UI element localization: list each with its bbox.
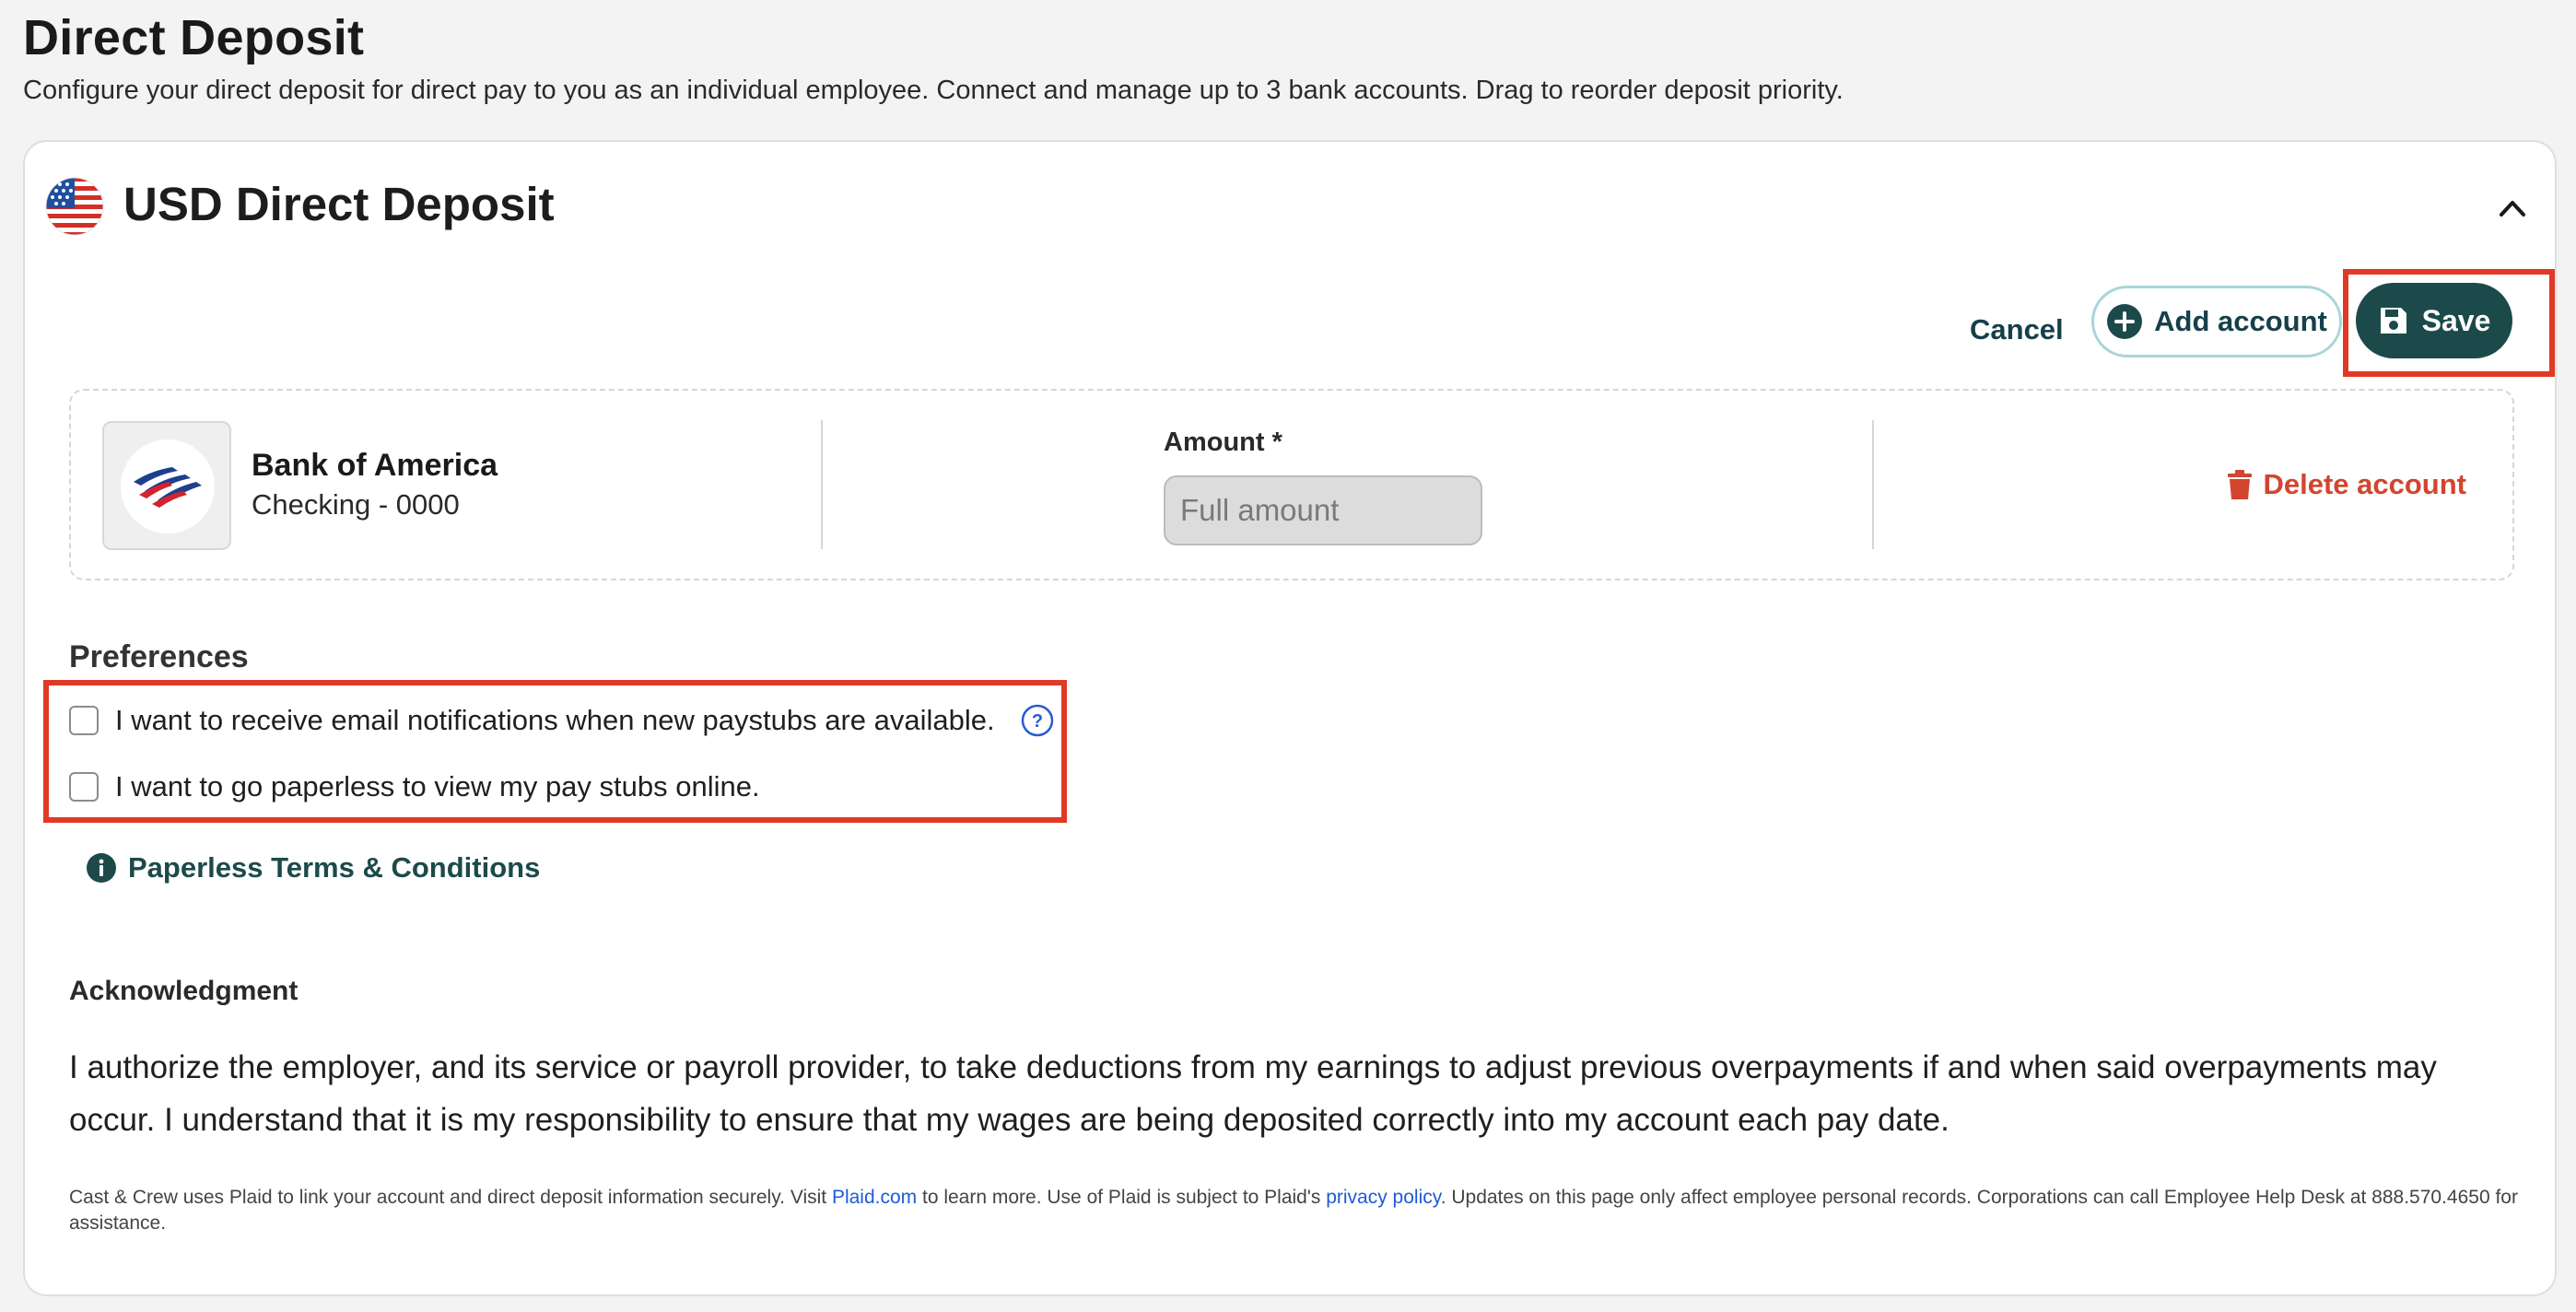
paperless-label: I want to go paperless to view my pay st… <box>115 770 760 802</box>
email-notifications-checkbox[interactable] <box>69 706 99 735</box>
bank-account-row[interactable]: Bank of America Checking - 0000 Amount *… <box>69 389 2514 580</box>
delete-account-button[interactable]: Delete account <box>2226 457 2466 512</box>
help-icon[interactable]: ? <box>1021 704 1054 737</box>
acknowledgment-heading: Acknowledgment <box>69 976 299 1006</box>
footer-disclaimer: Cast & Crew uses Plaid to link your acco… <box>69 1185 2520 1236</box>
footer-text-part: to learn more. Use of Plaid is subject t… <box>917 1187 1327 1208</box>
preferences-heading: Preferences <box>69 639 249 674</box>
direct-deposit-page: Direct Deposit Configure your direct dep… <box>0 0 2576 1312</box>
card-title: USD Direct Deposit <box>123 178 555 230</box>
us-flag-icon <box>45 177 104 236</box>
amount-label: Amount * <box>1164 428 1282 457</box>
cancel-button[interactable]: Cancel <box>1951 300 2082 359</box>
email-notifications-label: I want to receive email notifications wh… <box>115 704 995 736</box>
delete-account-label: Delete account <box>2263 468 2466 500</box>
trash-icon <box>2226 469 2254 500</box>
bank-of-america-logo-icon <box>134 467 202 508</box>
usd-direct-deposit-card: USD Direct Deposit Cancel Add account Sa… <box>23 140 2557 1296</box>
bank-logo <box>102 421 231 550</box>
plaid-link[interactable]: Plaid.com <box>832 1187 917 1208</box>
paperless-terms-link[interactable]: Paperless Terms & Conditions <box>86 851 540 884</box>
chevron-up-icon[interactable] <box>2494 190 2531 227</box>
info-icon <box>86 852 117 884</box>
bank-name: Bank of America <box>252 448 498 483</box>
paperless-terms-label: Paperless Terms & Conditions <box>128 851 541 884</box>
preference-paperless: I want to go paperless to view my pay st… <box>69 770 760 803</box>
plus-circle-icon <box>2106 303 2143 340</box>
amount-input[interactable] <box>1164 475 1482 545</box>
paperless-checkbox[interactable] <box>69 772 99 802</box>
add-account-label: Add account <box>2154 305 2327 337</box>
divider <box>821 420 823 549</box>
page-title: Direct Deposit <box>23 10 365 65</box>
divider <box>1872 420 1874 549</box>
svg-text:?: ? <box>1032 711 1043 732</box>
floppy-disk-icon <box>2378 305 2409 336</box>
privacy-policy-link[interactable]: privacy policy <box>1326 1187 1440 1208</box>
save-label: Save <box>2421 303 2491 337</box>
preference-email-notifications: I want to receive email notifications wh… <box>69 704 1054 737</box>
save-button[interactable]: Save <box>2356 283 2512 358</box>
footer-text-part: Cast & Crew uses Plaid to link your acco… <box>69 1187 832 1208</box>
page-subtitle: Configure your direct deposit for direct… <box>23 76 1844 105</box>
acknowledgment-text: I authorize the employer, and its servic… <box>69 1049 2437 1138</box>
bank-account-type: Checking - 0000 <box>252 488 460 521</box>
add-account-button[interactable]: Add account <box>2091 286 2342 357</box>
